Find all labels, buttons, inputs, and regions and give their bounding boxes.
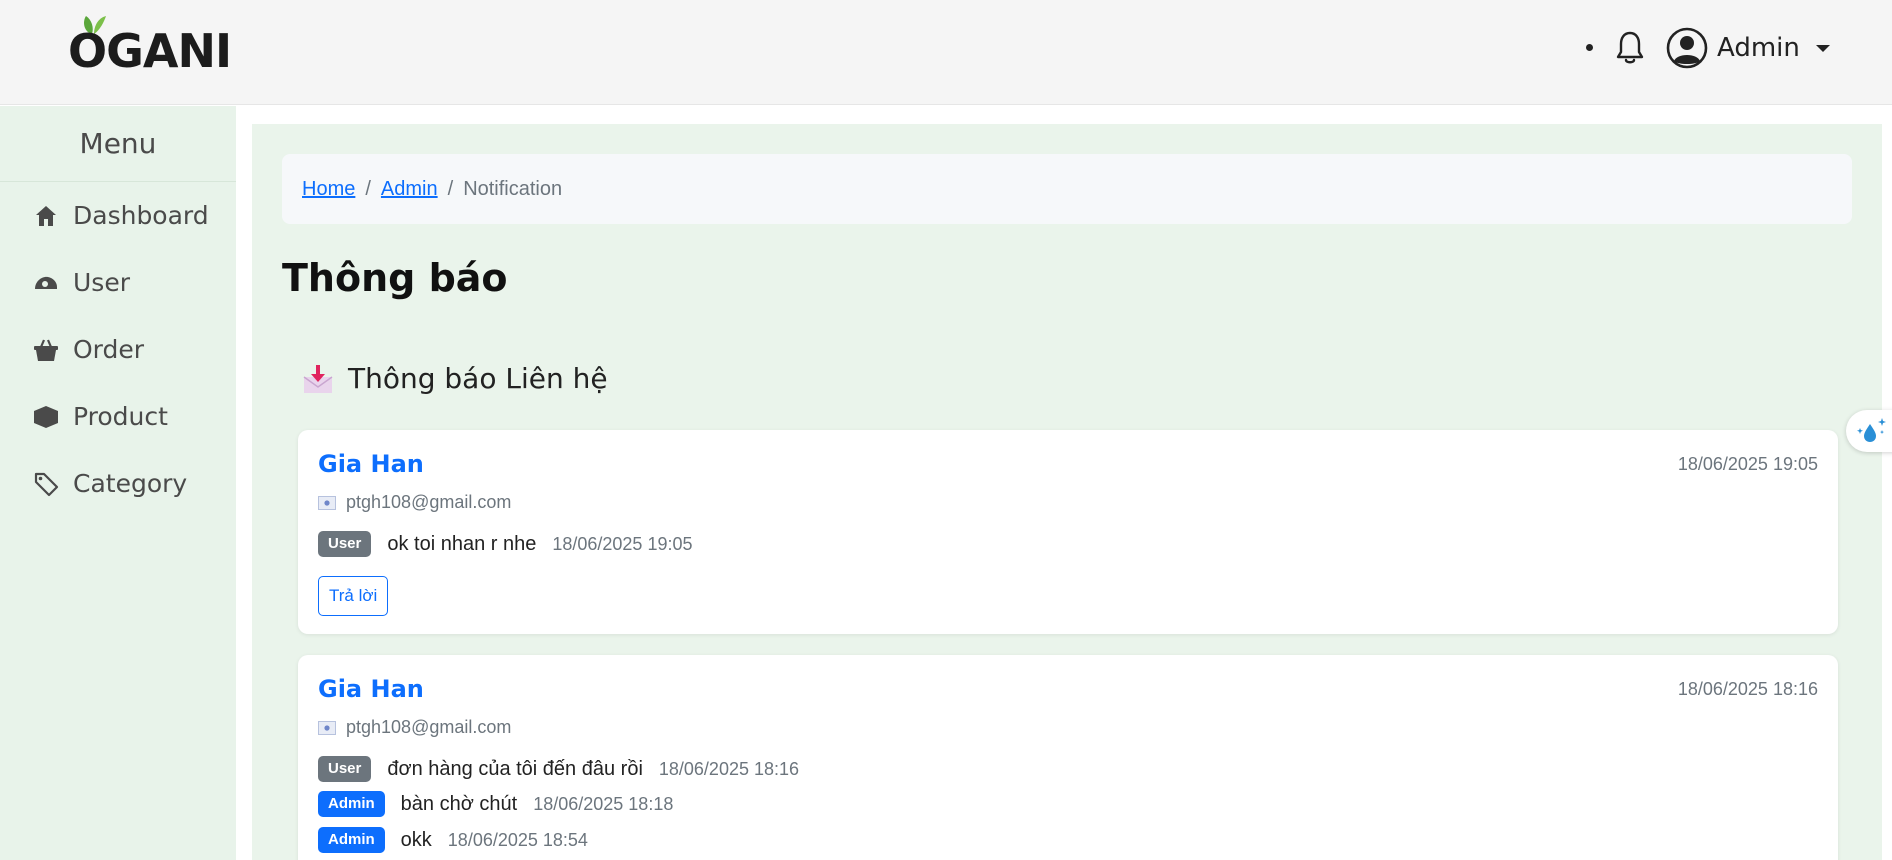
user-menu-dropdown[interactable]: Admin (1666, 26, 1830, 70)
sidebar-item-label: Order (73, 335, 145, 364)
sidebar-item-label: Product (73, 402, 168, 431)
sidebar-item-order[interactable]: Order (0, 316, 236, 383)
message-text: okk (400, 828, 432, 851)
bell-icon[interactable] (1614, 30, 1646, 66)
sidebar-item-label: User (73, 268, 130, 297)
message-row: User ok toi nhan r nhe 18/06/2025 19:05 (318, 530, 693, 558)
role-badge: User (318, 531, 372, 557)
message-time: 18/06/2025 18:16 (658, 758, 800, 779)
basket-icon (32, 336, 60, 364)
user-name: Admin (1717, 33, 1800, 63)
sidebar-title: Menu (0, 106, 236, 182)
message-text: bàn chờ chút (400, 792, 518, 815)
box-icon (32, 403, 60, 431)
sidebar-item-dashboard[interactable]: Dashboard (0, 182, 236, 249)
breadcrumb-separator: / (447, 177, 454, 200)
caret-down-icon (1815, 44, 1830, 52)
message-text: đơn hàng của tôi đến đâu rồi (387, 757, 643, 780)
sidebar-item-category[interactable]: Category (0, 450, 236, 517)
message-time: 18/06/2025 18:18 (533, 793, 674, 814)
role-badge: User (318, 756, 372, 782)
sidebar: Menu Dashboard User Order Product Catego… (0, 106, 236, 860)
message-row: Admin bàn chờ chút 18/06/2025 18:18 (318, 790, 673, 818)
top-header: OGANI Admin (0, 0, 1892, 105)
message-row: User đơn hàng của tôi đến đâu rồi 18/06/… (318, 755, 799, 783)
email-text: ptgh108@gmail.com (346, 717, 512, 737)
user-avatar-icon (1666, 27, 1708, 69)
main-content: Home / Admin / Notification Thông báo Th… (252, 124, 1882, 860)
card-timestamp: 18/06/2025 19:05 (1677, 454, 1818, 474)
envelope-icon (318, 720, 336, 735)
page-title: Thông báo (282, 256, 508, 300)
home-icon (32, 202, 60, 230)
floating-widget-button[interactable] (1846, 410, 1892, 452)
notification-card: Gia Han 18/06/2025 18:16 ptgh108@gmail.c… (298, 655, 1838, 860)
user-icon (32, 269, 60, 297)
status-dot (1586, 44, 1593, 51)
breadcrumb-home-link[interactable]: Home (302, 178, 355, 201)
sparkle-drop-icon (1857, 418, 1886, 442)
tag-icon (32, 470, 60, 498)
reply-button[interactable]: Trả lời (318, 576, 389, 616)
message-time: 18/06/2025 18:54 (447, 829, 588, 850)
sender-name: Gia Han (318, 675, 424, 703)
email-text: ptgh108@gmail.com (346, 492, 512, 512)
breadcrumb-separator: / (365, 177, 371, 200)
message-row: Admin okk 18/06/2025 18:54 (318, 826, 588, 854)
breadcrumb: Home / Admin / Notification (282, 154, 1852, 224)
breadcrumb-admin-link[interactable]: Admin (381, 178, 438, 201)
sidebar-item-user[interactable]: User (0, 249, 236, 316)
card-timestamp: 18/06/2025 18:16 (1677, 679, 1818, 699)
logo-text: OGANI (68, 24, 232, 78)
breadcrumb-current: Notification (463, 177, 563, 200)
message-text: ok toi nhan r nhe (387, 532, 537, 555)
message-time: 18/06/2025 19:05 (552, 533, 693, 554)
section-title: Thông báo Liên hệ (348, 362, 608, 395)
role-badge: Admin (318, 827, 385, 853)
sender-name: Gia Han (318, 450, 424, 478)
sidebar-item-label: Category (73, 469, 188, 498)
envelope-icon (318, 495, 336, 510)
sidebar-item-label: Dashboard (73, 201, 209, 230)
notification-card: Gia Han 18/06/2025 19:05 ptgh108@gmail.c… (298, 430, 1838, 634)
section-header: Thông báo Liên hệ (302, 362, 608, 395)
sender-email: ptgh108@gmail.com (318, 492, 511, 513)
role-badge: Admin (318, 791, 385, 817)
inbox-tray-icon (303, 364, 333, 393)
logo[interactable]: OGANI (68, 14, 232, 78)
sidebar-item-product[interactable]: Product (0, 383, 236, 450)
sender-email: ptgh108@gmail.com (318, 717, 511, 738)
